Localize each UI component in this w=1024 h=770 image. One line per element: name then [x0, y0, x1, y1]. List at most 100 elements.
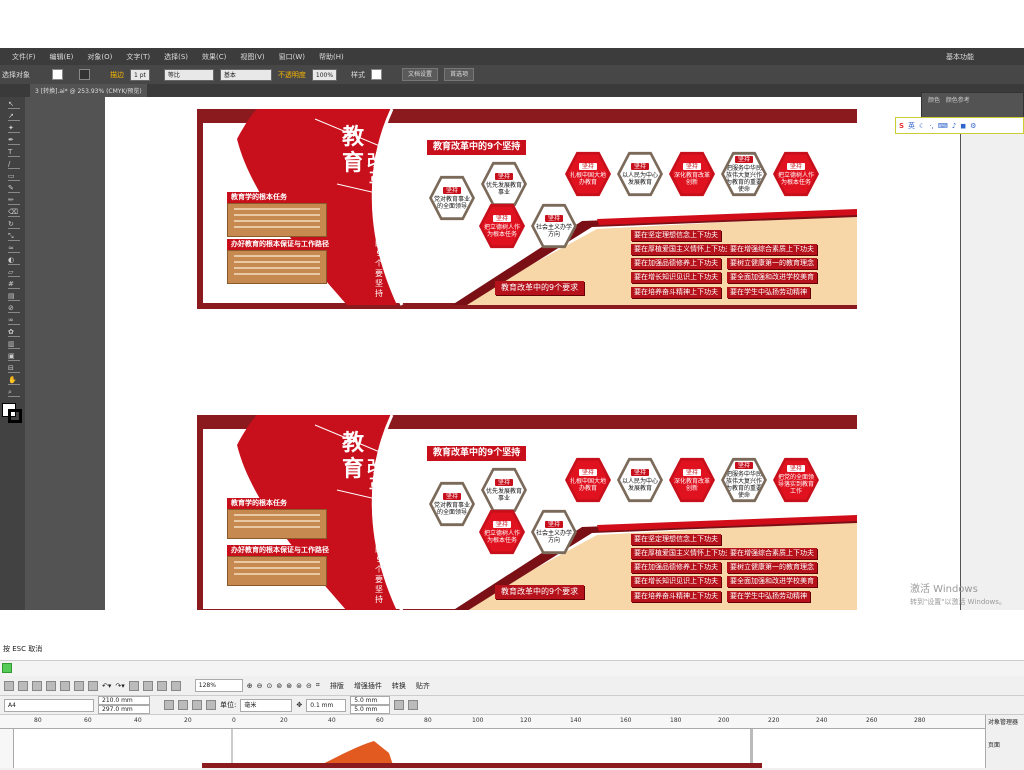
zoom-all-icon[interactable]: ⊚: [276, 682, 282, 690]
workspace-switcher[interactable]: 基本功能: [946, 52, 974, 62]
redo-icon[interactable]: ↷▾: [115, 682, 124, 690]
slice-tool-icon[interactable]: ⊟: [8, 363, 20, 373]
preferences-button[interactable]: 首选项: [444, 68, 475, 81]
paste-icon[interactable]: [88, 680, 98, 691]
color-tab[interactable]: 颜色: [928, 97, 940, 104]
export-icon[interactable]: [142, 680, 153, 691]
pen-tool-icon[interactable]: ✒: [8, 135, 20, 145]
magic-wand-icon[interactable]: ✦: [8, 123, 20, 133]
gradient-tool-icon[interactable]: ▤: [8, 291, 20, 301]
brush-basic[interactable]: 基本: [219, 68, 272, 81]
ime-toolbar[interactable]: S 英 ☾ ·, ⌨ ♪ ◼ ⚙: [895, 117, 1024, 134]
rotate-tool-icon[interactable]: ↻: [8, 219, 20, 229]
mesh-tool-icon[interactable]: #: [8, 279, 20, 289]
toolbar-layout[interactable]: 排版: [330, 681, 344, 691]
scale-tool-icon[interactable]: ⤡: [8, 231, 20, 241]
box2-title: 办好教育的根本保证与工作路径: [227, 239, 333, 250]
menu-type[interactable]: 文字(T): [126, 52, 150, 62]
stroke-label[interactable]: 描边: [110, 70, 124, 80]
direct-select-icon[interactable]: ↗: [8, 111, 20, 121]
line-tool-icon[interactable]: /: [8, 159, 20, 169]
menu-view[interactable]: 视图(V): [240, 52, 264, 62]
publish-icon[interactable]: [156, 680, 167, 691]
blend-tool-icon[interactable]: ∞: [8, 315, 20, 325]
toolbar-convert[interactable]: 转换: [392, 681, 406, 691]
landscape-icon[interactable]: [178, 700, 188, 710]
style-swatch[interactable]: [371, 69, 383, 80]
rect-tool-icon[interactable]: ▭: [8, 171, 20, 181]
fill-swatch[interactable]: [52, 69, 63, 80]
perspective-icon[interactable]: ▱: [8, 267, 20, 277]
menu-file[interactable]: 文件(F): [12, 52, 36, 62]
zoom-in-icon[interactable]: ⊕: [247, 682, 253, 690]
toolbar-snap[interactable]: 贴齐: [416, 681, 430, 691]
zoom-selected-icon[interactable]: ⊙: [267, 682, 273, 690]
warp-tool-icon[interactable]: ≈: [8, 243, 20, 253]
portrait-icon[interactable]: [164, 700, 174, 710]
selection-tool-icon[interactable]: ↖: [8, 99, 20, 109]
opacity-field[interactable]: 100%: [311, 68, 338, 81]
current-page-icon[interactable]: [206, 700, 216, 710]
nudge-field[interactable]: 0.1 mm: [306, 698, 347, 712]
eyedropper-icon[interactable]: ⊘: [8, 303, 20, 313]
stroke-swatch[interactable]: [79, 69, 90, 80]
object-manager-page[interactable]: 页面: [988, 740, 1022, 749]
eraser-tool-icon[interactable]: ⌫: [8, 207, 20, 217]
toolbar-plugins[interactable]: 增强插件: [354, 681, 382, 691]
print-icon[interactable]: [46, 680, 56, 691]
ime-language[interactable]: 英: [908, 121, 915, 131]
cut-icon[interactable]: [60, 680, 70, 691]
save-icon[interactable]: [32, 680, 42, 691]
menu-select[interactable]: 选择(S): [164, 52, 188, 62]
app-launcher-icon[interactable]: [170, 680, 181, 691]
document-tab[interactable]: 3 [转换].ai* @ 253.93% (CMYK/预览): [30, 84, 147, 97]
brush-tool-icon[interactable]: ✎: [8, 183, 20, 193]
unit-select[interactable]: 毫米: [240, 698, 293, 712]
hand-tool-icon[interactable]: ✋: [8, 375, 20, 385]
zoom-page-icon[interactable]: ⊛: [286, 682, 292, 690]
document-setup-button[interactable]: 文档设置: [402, 68, 439, 81]
menu-edit[interactable]: 编辑(E): [50, 52, 74, 62]
zoom-height-icon[interactable]: ⊝: [306, 682, 312, 690]
zoom-width-icon[interactable]: ⊜: [296, 682, 302, 690]
page-height-field[interactable]: 297.0 mm: [98, 705, 150, 714]
page-width-field[interactable]: 210.0 mm: [98, 696, 150, 705]
type-tool-icon[interactable]: T: [8, 147, 20, 157]
all-pages-icon[interactable]: [192, 700, 202, 710]
page-size-select[interactable]: A4: [4, 698, 94, 712]
keyboard-icon[interactable]: ⌨: [938, 122, 948, 130]
duplicate-x-field[interactable]: 5.0 mm: [350, 696, 391, 705]
shape-builder-icon[interactable]: ◐: [8, 255, 20, 265]
stroke-color-icon[interactable]: [8, 409, 22, 423]
menu-help[interactable]: 帮助(H): [319, 52, 344, 62]
skin-icon[interactable]: ◼: [960, 122, 966, 130]
menu-effect[interactable]: 效果(C): [202, 52, 226, 62]
page-options-icon[interactable]: [408, 700, 419, 710]
graph-tool-icon[interactable]: ▥: [8, 339, 20, 349]
new-icon[interactable]: [4, 680, 14, 691]
import-icon[interactable]: [128, 680, 139, 691]
duplicate-y-field[interactable]: 5.0 mm: [350, 705, 391, 714]
zoom-level[interactable]: 128%: [194, 679, 243, 692]
moon-icon[interactable]: ☾: [919, 122, 925, 130]
menu-object[interactable]: 对象(O): [87, 52, 112, 62]
menu-window[interactable]: 窗口(W): [279, 52, 305, 62]
punct-icon[interactable]: ·,: [929, 122, 933, 130]
color-guide-tab[interactable]: 颜色参考: [946, 97, 970, 104]
treat-as-filled-icon[interactable]: [394, 700, 405, 710]
open-icon[interactable]: [18, 680, 28, 691]
artboard-tool-icon[interactable]: ▣: [8, 351, 20, 361]
stroke-weight-field[interactable]: 1 pt: [130, 68, 150, 81]
opacity-label[interactable]: 不透明度: [278, 70, 306, 80]
snap-icon[interactable]: ⌗: [316, 681, 320, 690]
uniform-profile[interactable]: 等比: [163, 68, 214, 81]
undo-icon[interactable]: ↶▾: [102, 682, 111, 690]
req-left-5: 要在培养奋斗精神上下功夫: [631, 591, 721, 602]
symbol-tool-icon[interactable]: ✿: [8, 327, 20, 337]
zoom-out-icon[interactable]: ⊖: [257, 682, 263, 690]
pencil-tool-icon[interactable]: ✏: [8, 195, 20, 205]
voice-icon[interactable]: ♪: [952, 122, 956, 130]
copy-icon[interactable]: [74, 680, 84, 691]
tools-icon[interactable]: ⚙: [970, 122, 976, 130]
zoom-tool-icon[interactable]: ⌕: [8, 387, 20, 397]
